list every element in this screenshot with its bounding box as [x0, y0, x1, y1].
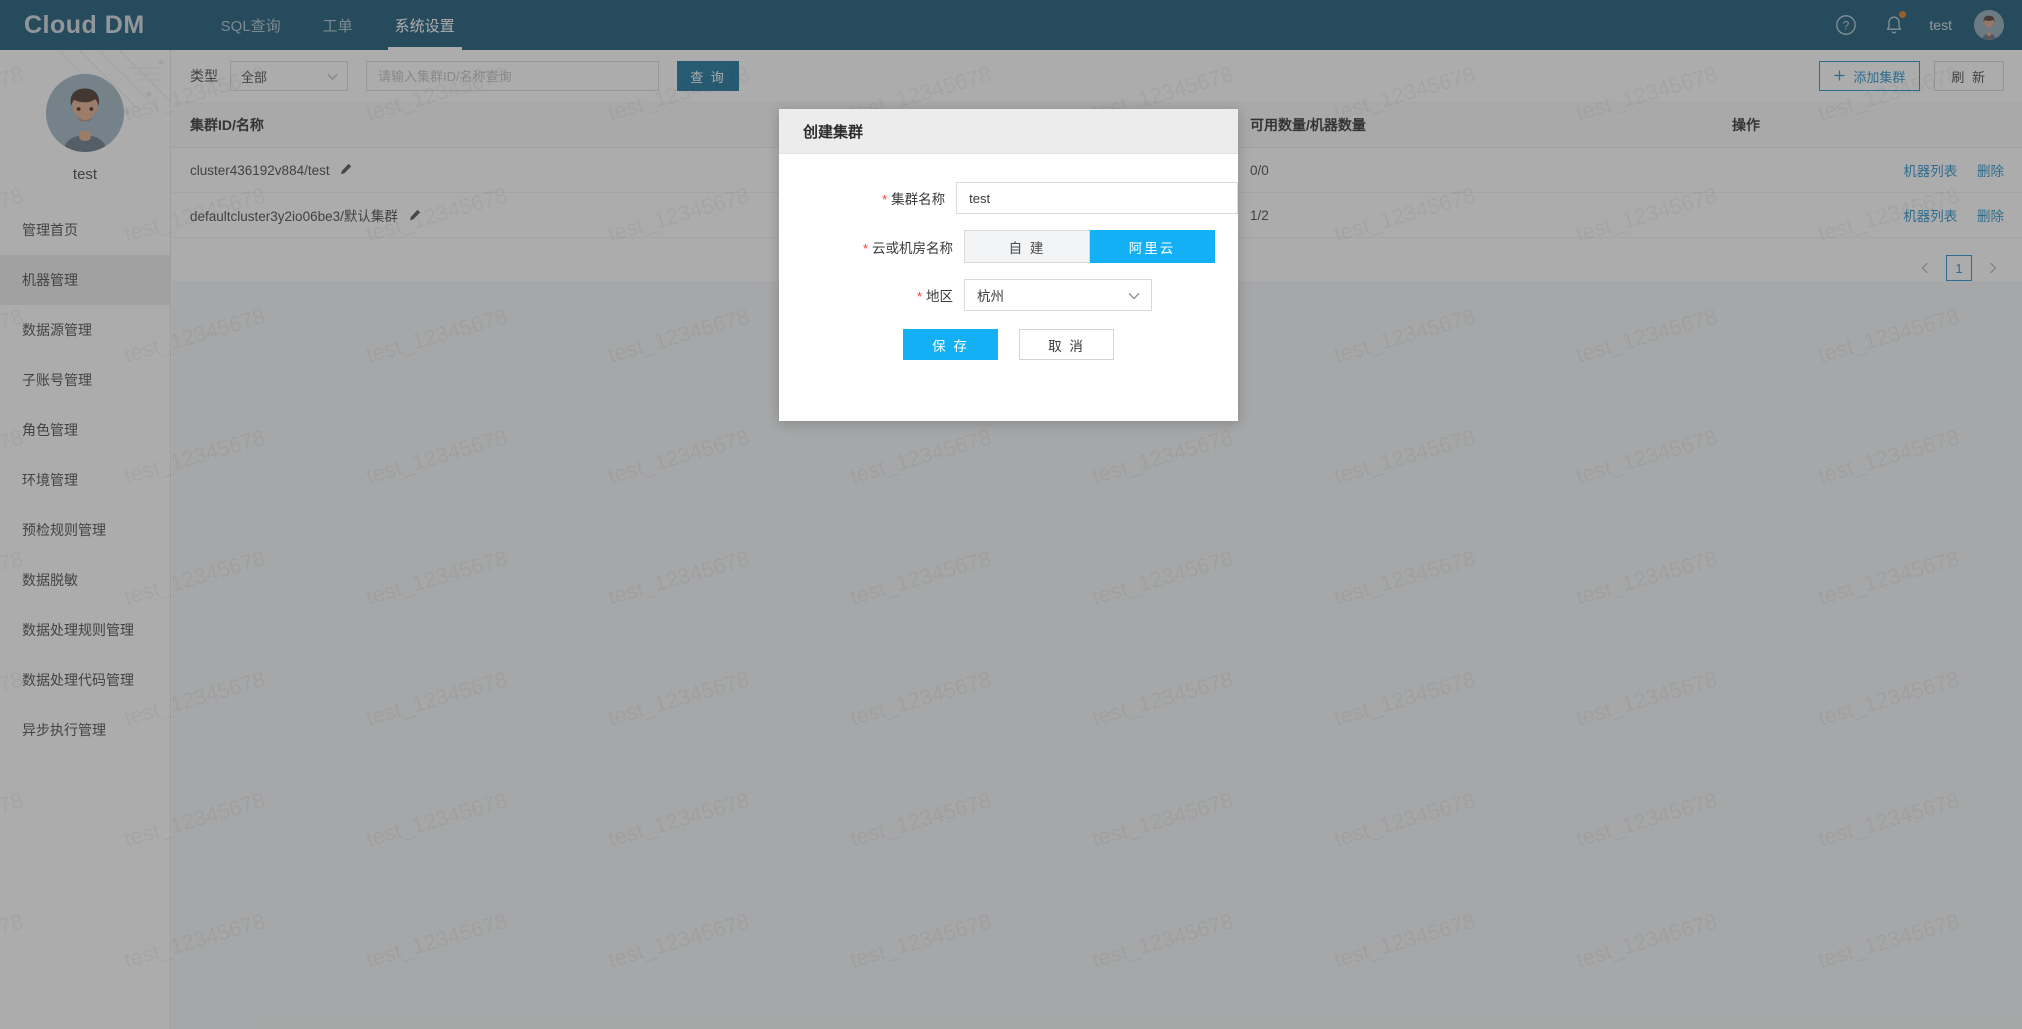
segment-aliyun[interactable]: 阿里云 — [1090, 230, 1215, 263]
app-root: Cloud DM SQL查询 工单 系统设置 ? test test 管理首页 … — [0, 0, 2022, 1029]
dialog-header: 创建集群 — [779, 109, 1238, 154]
dialog-actions: 保 存 取 消 — [779, 329, 1238, 360]
segment-self-built[interactable]: 自 建 — [964, 230, 1090, 263]
region-select[interactable]: 杭州 — [964, 279, 1152, 311]
chevron-down-icon — [1128, 288, 1140, 303]
cluster-name-input[interactable] — [956, 182, 1238, 214]
form-row-cluster-name: * 集群名称 — [779, 182, 1238, 214]
label-cluster-name-text: 集群名称 — [891, 192, 946, 207]
label-cloud-or-idc: * 云或机房名称 — [779, 237, 964, 257]
save-button[interactable]: 保 存 — [903, 329, 998, 360]
form-row-region: * 地区 杭州 — [779, 279, 1238, 311]
label-region: * 地区 — [779, 285, 964, 305]
label-cluster-name: * 集群名称 — [779, 188, 956, 208]
region-select-value: 杭州 — [977, 289, 1004, 304]
form-row-cloud-or-idc: * 云或机房名称 自 建 阿里云 — [779, 230, 1238, 263]
cloud-type-segmented-control: 自 建 阿里云 — [964, 230, 1215, 263]
required-asterisk: * — [862, 240, 868, 256]
dialog-body: *集群名称 *云或机房名称 自 建 阿里云 *地区 杭州 — [779, 154, 1238, 421]
dialog-title: 创建集群 — [803, 123, 864, 141]
create-cluster-dialog: 创建集群 *集群名称 *云或机房名称 自 建 阿里云 *地区 — [779, 109, 1238, 421]
cancel-button[interactable]: 取 消 — [1019, 329, 1114, 360]
label-cloud-or-idc-text: 云或机房名称 — [872, 240, 953, 256]
required-asterisk: * — [882, 192, 888, 207]
label-region-text: 地区 — [926, 289, 953, 304]
required-asterisk: * — [916, 289, 922, 304]
